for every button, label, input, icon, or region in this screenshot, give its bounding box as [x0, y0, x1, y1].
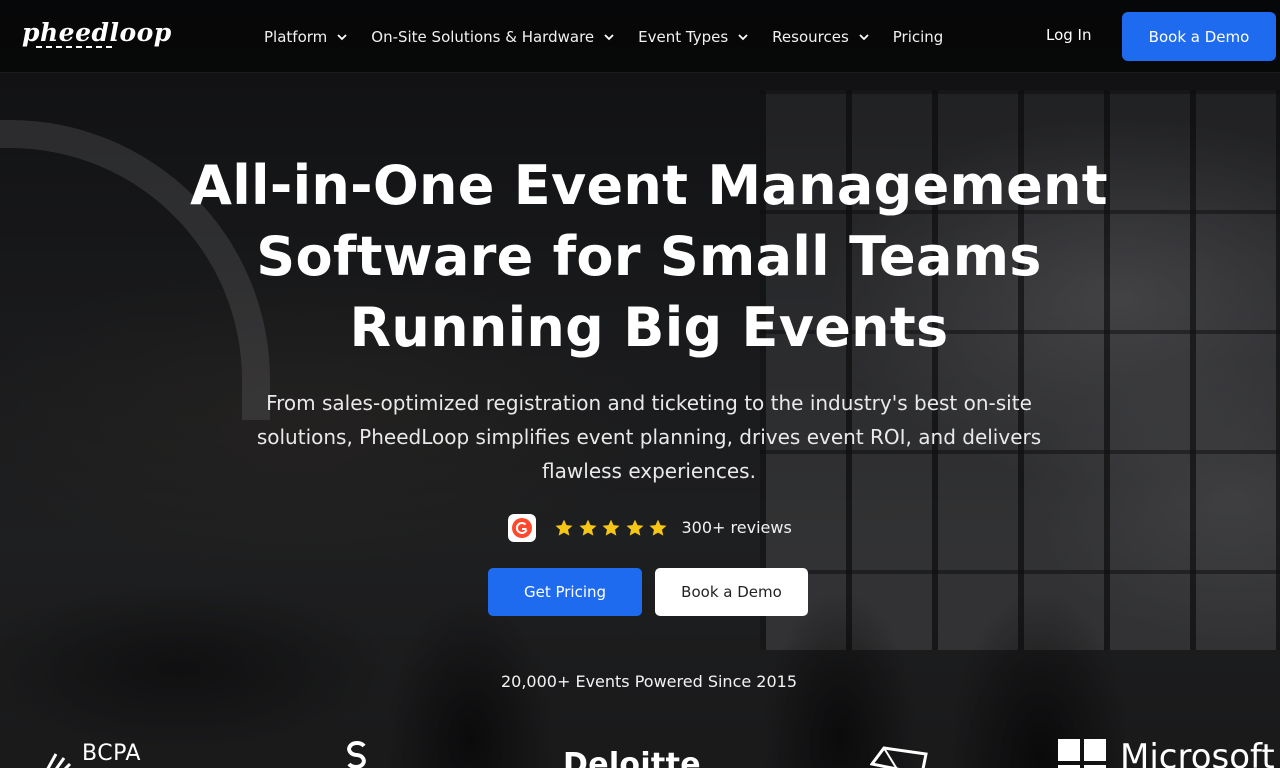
microsoft-logo: Microsoft [1058, 739, 1275, 768]
main-nav: Platform On-Site Solutions & Hardware Ev… [264, 26, 966, 48]
events-powered-text: 20,000+ Events Powered Since 2015 [500, 672, 798, 691]
g2-logo-icon [508, 513, 536, 542]
nav-resources[interactable]: Resources [772, 28, 870, 46]
hero-subtitle-line: flawless experiences. [542, 459, 756, 483]
book-demo-button-header[interactable]: Book a Demo [1122, 12, 1276, 61]
login-link[interactable]: Log In [1046, 26, 1092, 44]
nav-label: On-Site Solutions & Hardware [371, 28, 595, 46]
bcpa-name: BCPA [82, 741, 141, 766]
deloitte-logo: Deloitte [563, 747, 701, 768]
microsoft-grid-icon [1058, 739, 1106, 768]
nav-platform[interactable]: Platform [264, 28, 348, 46]
star-icon [579, 519, 596, 536]
hero-title-line: Running Big Events [349, 296, 949, 359]
s-monogram-logo-icon [347, 741, 366, 768]
star-icon [649, 519, 667, 536]
book-demo-button-hero[interactable]: Book a Demo [655, 568, 808, 616]
nav-label: Pricing [892, 28, 944, 46]
pheedloop-logo[interactable]: pheedloop [22, 18, 172, 56]
nav-pricing[interactable]: Pricing [893, 28, 944, 46]
hero-subtitle-line: solutions, PheedLoop simplifies event pl… [256, 425, 1042, 449]
client-logos-strip: BCPA Deloitte Microsoft [0, 736, 1280, 768]
g2-mark-icon [512, 517, 532, 538]
nav-label: Event Types [638, 28, 729, 46]
nav-label: Resources [772, 28, 849, 46]
hero-subtitle: From sales-optimized registration and ti… [240, 386, 1058, 488]
chevron-down-icon [859, 34, 869, 41]
star-icon [555, 519, 573, 536]
chevron-down-icon [604, 34, 614, 41]
site-header: pheedloop Platform On-Site Solutions & H… [0, 0, 1280, 73]
reviews-rating[interactable]: 300+ reviews [508, 512, 792, 543]
hero-title-line: Software for Small Teams [256, 225, 1042, 288]
star-rating [554, 518, 672, 538]
hero-title: All-in-One Event Management Software for… [140, 150, 1158, 363]
chevron-down-icon [738, 34, 748, 41]
dark-overlay [0, 0, 1280, 768]
nav-event-types[interactable]: Event Types [638, 28, 749, 46]
hero-title-line: All-in-One Event Management [190, 154, 1108, 217]
star-icon [626, 519, 643, 536]
star-icon [602, 519, 620, 536]
get-pricing-button[interactable]: Get Pricing [488, 568, 642, 616]
nav-label: Platform [264, 28, 328, 46]
hero-subtitle-line: From sales-optimized registration and ti… [266, 391, 1032, 415]
chevron-down-icon [337, 34, 347, 41]
geometric-logo-icon [870, 746, 928, 768]
logo-text: pheedloop [22, 18, 172, 47]
nav-onsite-solutions[interactable]: On-Site Solutions & Hardware [371, 28, 615, 46]
reviews-count: 300+ reviews [681, 518, 792, 537]
bcpa-mark-icon [46, 753, 72, 768]
bcpa-logo: BCPA [42, 742, 141, 768]
microsoft-name: Microsoft [1120, 737, 1275, 768]
